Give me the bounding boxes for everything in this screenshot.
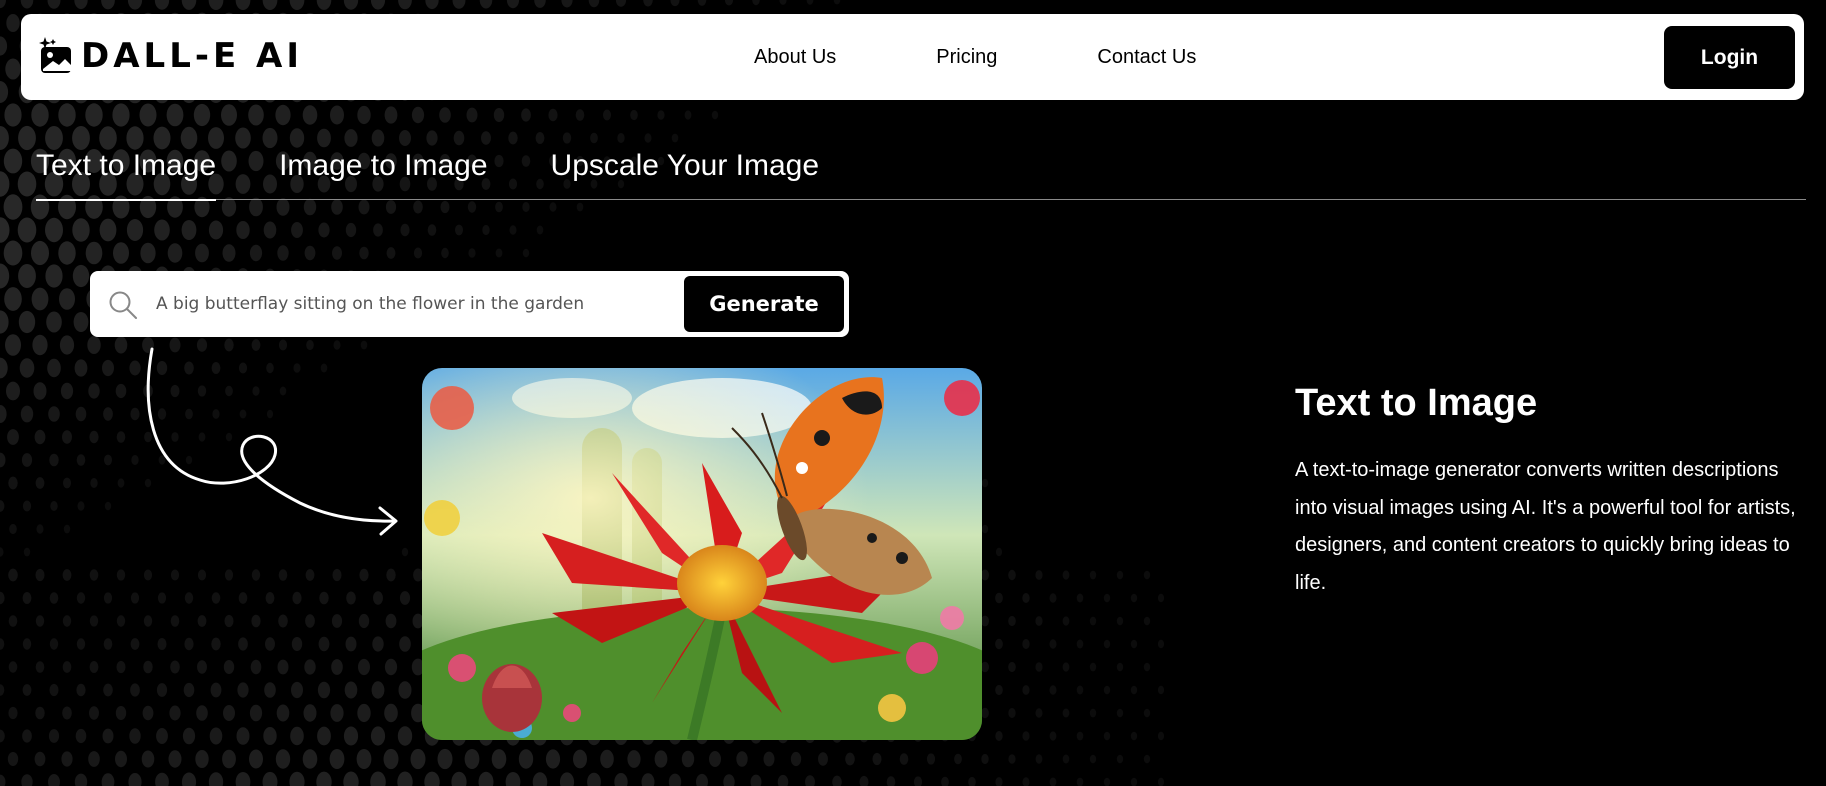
search-icon xyxy=(109,291,137,319)
butterfly-on-red-flower-image xyxy=(422,368,982,740)
tab-upscale-your-image[interactable]: Upscale Your Image xyxy=(551,141,820,200)
tab-image-to-image[interactable]: Image to Image xyxy=(279,141,487,200)
image-sparkle-icon xyxy=(39,37,71,73)
page: DALL-E AI About Us Pricing Contact Us Lo… xyxy=(0,0,1826,786)
tab-bar: Text to Image Image to Image Upscale You… xyxy=(36,141,1806,201)
logo-text: DALL-E AI xyxy=(81,36,304,76)
curly-arrow-icon xyxy=(146,347,398,536)
prompt-search-box: Generate xyxy=(90,271,849,337)
nav-pricing[interactable]: Pricing xyxy=(936,46,997,69)
section-description: A text-to-image generator converts writt… xyxy=(1295,459,1796,594)
nav-links: About Us Pricing Contact Us xyxy=(754,14,1196,100)
navbar: DALL-E AI About Us Pricing Contact Us Lo… xyxy=(21,14,1804,100)
prompt-input[interactable] xyxy=(156,285,756,323)
tab-text-to-image[interactable]: Text to Image xyxy=(36,141,217,201)
nav-about-us[interactable]: About Us xyxy=(754,46,836,69)
section-title: Text to Image xyxy=(1295,382,1538,424)
nav-contact-us[interactable]: Contact Us xyxy=(1097,46,1196,69)
generate-button[interactable]: Generate xyxy=(684,276,844,332)
login-button[interactable]: Login xyxy=(1664,26,1795,89)
logo[interactable]: DALL-E AI xyxy=(39,36,303,76)
